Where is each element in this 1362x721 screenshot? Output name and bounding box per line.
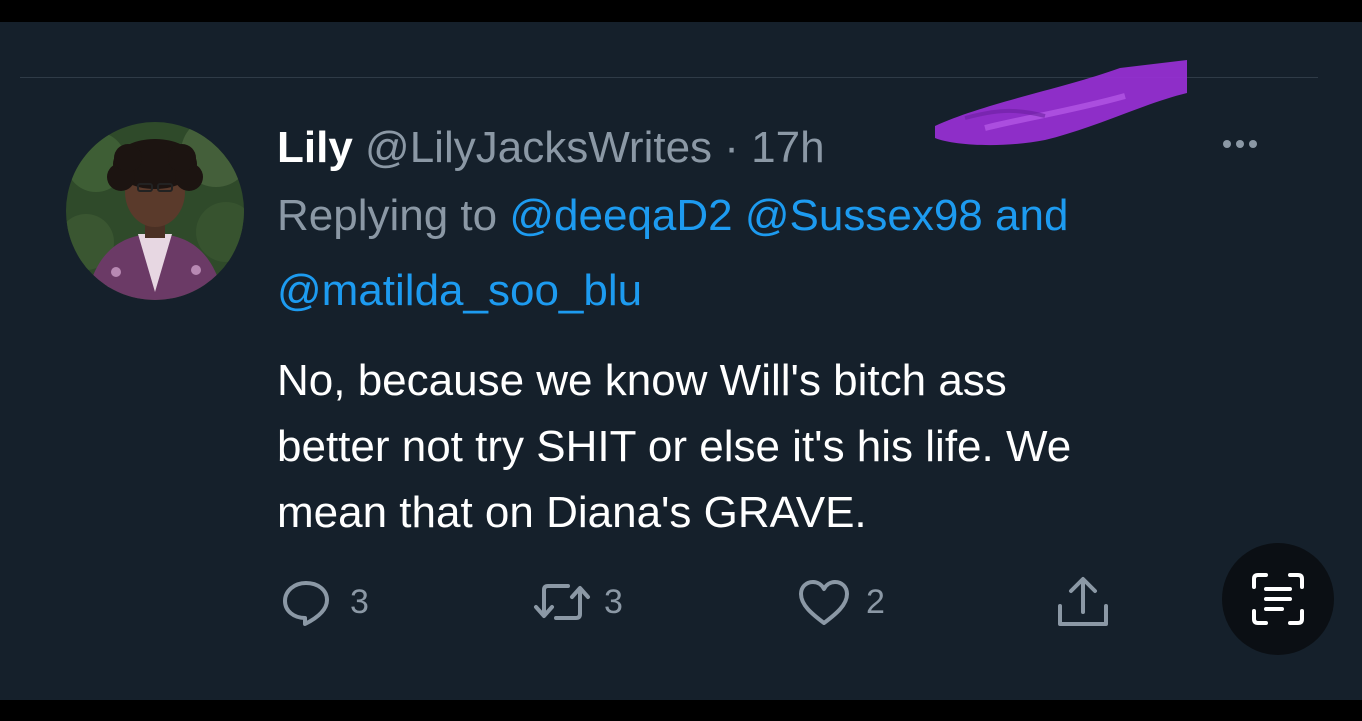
tweet-text: No, because we know Will's bitch ass bet… (277, 348, 1287, 546)
like-button[interactable]: 2 (794, 574, 885, 630)
like-count: 2 (866, 582, 885, 621)
redaction-scribble (935, 60, 1187, 146)
tweet-header: Lily @LilyJacksWrites · 17h (277, 120, 825, 176)
replying-to-line: Replying to @deeqaD2 @Sussex98 and (277, 188, 1068, 244)
display-name[interactable]: Lily (277, 123, 353, 172)
text-scan-button[interactable] (1222, 543, 1334, 655)
top-black-bar (0, 0, 1362, 22)
share-icon (1058, 577, 1108, 626)
handle[interactable]: @LilyJacksWrites (365, 123, 712, 172)
tweet-text-line: No, because we know Will's bitch ass (277, 356, 1007, 405)
reply-button[interactable]: 3 (278, 574, 369, 630)
text-scan-icon (1252, 573, 1304, 625)
replying-to-line-2: @matilda_soo_blu (277, 263, 642, 319)
more-options-button[interactable] (1212, 126, 1268, 162)
retweet-icon (534, 584, 590, 620)
retweet-count: 3 (604, 582, 623, 621)
bottom-black-bar (0, 700, 1362, 721)
more-horizontal-icon (1223, 140, 1231, 148)
tweet-text-line: better not try SHIT or else it's his lif… (277, 422, 1072, 471)
mention-link[interactable]: @deeqaD2 (509, 191, 732, 240)
reply-bubble-icon (283, 581, 329, 626)
reply-count: 3 (350, 582, 369, 621)
mentions-joiner[interactable]: and (995, 191, 1068, 240)
tweet-text-line: mean that on Diana's GRAVE. (277, 488, 867, 537)
share-button[interactable] (1054, 574, 1112, 630)
separator-dot: · (724, 123, 739, 172)
mention-link[interactable]: @Sussex98 (745, 191, 983, 240)
avatar[interactable] (66, 122, 244, 300)
timestamp[interactable]: 17h (751, 123, 824, 172)
avatar-image (66, 122, 244, 300)
heart-icon (799, 580, 849, 625)
mention-link[interactable]: @matilda_soo_blu (277, 266, 642, 315)
replying-to-label: Replying to (277, 191, 498, 240)
retweet-button[interactable]: 3 (530, 574, 623, 630)
